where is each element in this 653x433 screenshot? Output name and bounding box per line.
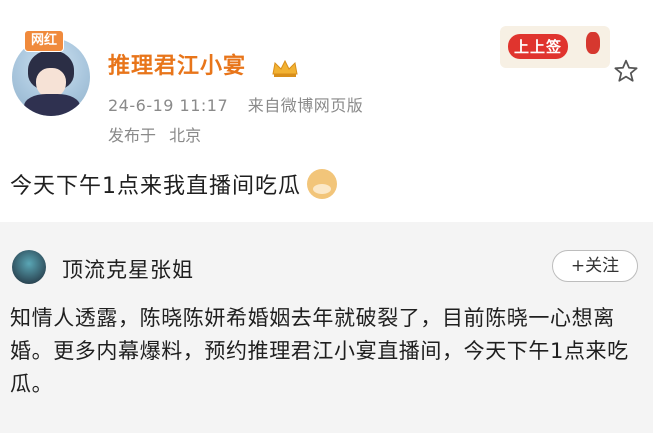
follow-button[interactable]: +关注 [552, 250, 638, 282]
weibo-post: 网红 推理君江小宴 24-6-19 11:17 来自微博网页版 发布于 北京 今… [0, 0, 653, 222]
doge-emoji-icon [307, 169, 337, 199]
fortune-banner[interactable]: 上上签 [500, 26, 610, 68]
user-avatar[interactable]: 网红 [12, 30, 94, 116]
post-source: 来自微博网页版 [247, 96, 364, 115]
post-text: 今天下午1点来我直播间吃瓜 [10, 174, 301, 199]
lantern-icon [586, 32, 600, 54]
repost-username[interactable]: 顶流克星张姐 [62, 254, 194, 284]
post-content: 今天下午1点来我直播间吃瓜 [10, 168, 337, 200]
location-prefix: 发布于 [108, 126, 157, 145]
star-icon[interactable] [613, 58, 639, 84]
post-date: 24-6-19 11:17 [108, 96, 229, 115]
crown-icon [272, 59, 298, 77]
post-meta: 24-6-19 11:17 来自微博网页版 [108, 92, 363, 116]
post-location: 发布于 北京 [108, 122, 201, 146]
repost-avatar[interactable] [12, 250, 46, 284]
banner-label: 上上签 [508, 34, 569, 59]
post-username[interactable]: 推理君江小宴 [108, 48, 246, 80]
reposted-content[interactable]: 顶流克星张姐 +关注 知情人透露，陈晓陈妍希婚姻去年就破裂了，目前陈晓一心想离婚… [0, 222, 653, 433]
vip-badge: 网红 [24, 30, 65, 52]
location-value: 北京 [169, 126, 202, 145]
repost-text: 知情人透露，陈晓陈妍希婚姻去年就破裂了，目前陈晓一心想离婚。更多内幕爆料，预约推… [10, 306, 629, 396]
